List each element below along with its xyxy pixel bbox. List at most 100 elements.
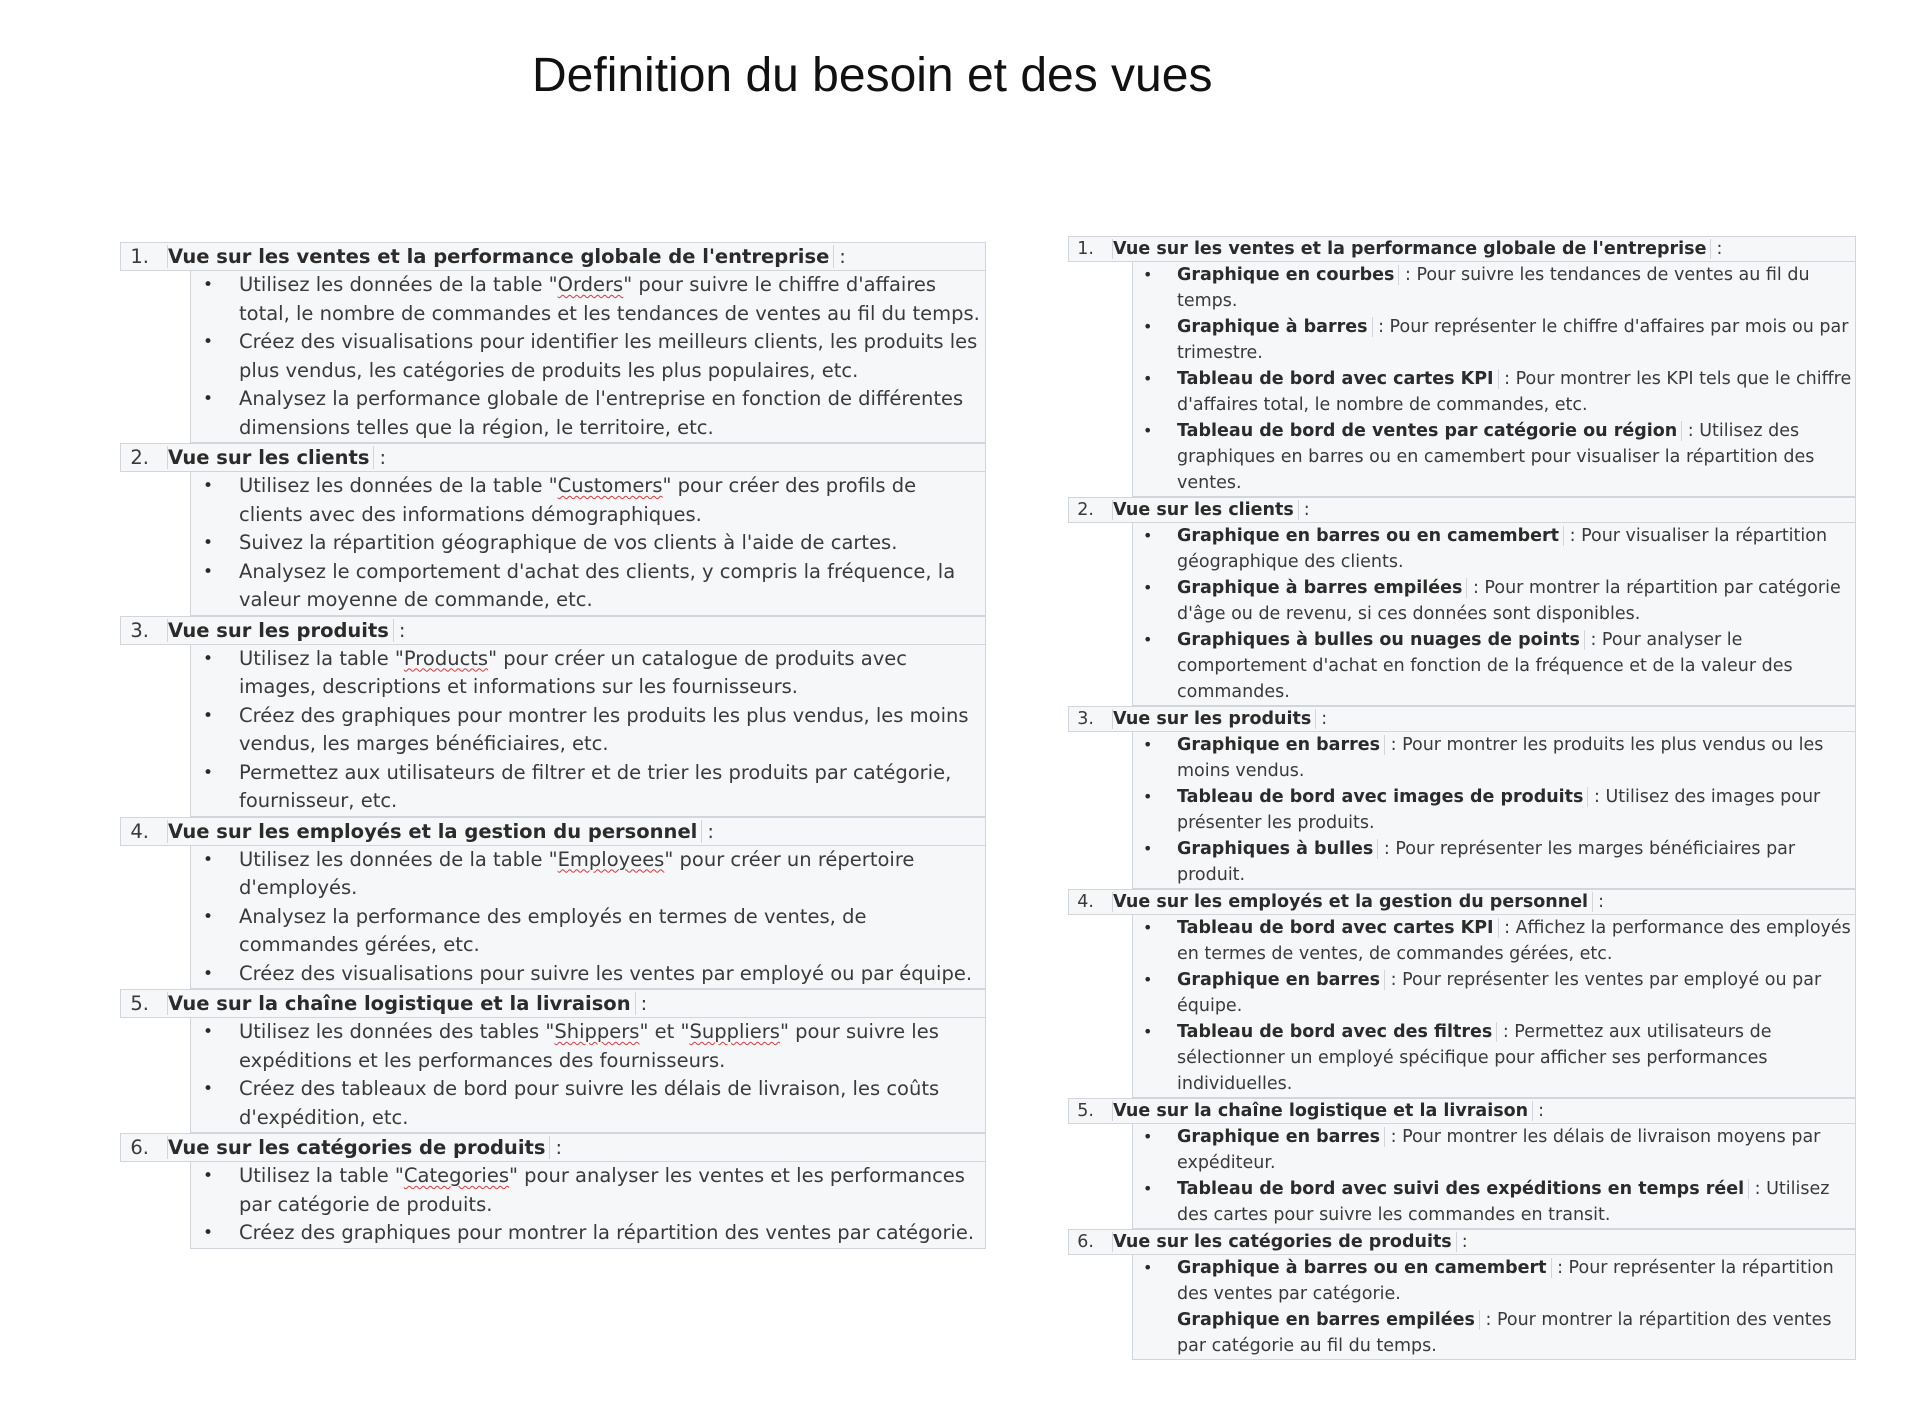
- section-heading: 5. Vue sur la chaîne logistique et la liv…: [120, 989, 986, 1018]
- section-number: 2.: [1077, 500, 1094, 520]
- section-title: Vue sur les ventes et la performance glo…: [168, 245, 830, 268]
- page-title: Definition du besoin et des vues: [532, 49, 1213, 102]
- list-item: Créez des visualisations pour identifier…: [191, 328, 985, 385]
- section-number: 5.: [130, 992, 149, 1015]
- list-item: Tableau de bord avec des filtres : Perme…: [1133, 1019, 1855, 1097]
- bullet-list: Utilisez les données de la table "Orders…: [190, 271, 986, 443]
- bullet-list: Tableau de bord avec cartes KPI : Affich…: [1132, 915, 1856, 1098]
- right-views-list: 1. Vue sur les ventes et la performance g…: [1068, 236, 1856, 1360]
- list-item: Graphique à barres empilées : Pour montr…: [1133, 575, 1855, 627]
- item-title: Tableau de bord de ventes par catégorie …: [1177, 421, 1683, 441]
- bullet-list: Utilisez les données de la table "Custom…: [190, 472, 986, 616]
- table-name: Suppliers: [689, 1020, 780, 1043]
- section-title-box: Vue sur les catégories de produits: [1112, 1232, 1457, 1252]
- bullet-list: Utilisez la table "Products" pour créer …: [190, 644, 986, 817]
- section-title-box: Vue sur la chaîne logistique et la livra…: [1112, 1101, 1534, 1121]
- bullet-list: Utilisez les données des tables "Shipper…: [190, 1018, 986, 1133]
- section-title-box: Vue sur les ventes et la performance glo…: [167, 245, 835, 268]
- table-name: Orders: [557, 273, 624, 296]
- item-title: Graphique en barres: [1177, 735, 1386, 755]
- section-colon: :: [555, 1136, 563, 1159]
- list-item: Tableau de bord avec suivi des expéditio…: [1133, 1176, 1855, 1228]
- section-colon: :: [1716, 239, 1723, 259]
- section-title-box: Vue sur les ventes et la performance glo…: [1112, 239, 1712, 259]
- item-title: Graphique à barres empilées: [1177, 578, 1468, 598]
- section-number: 6.: [130, 1136, 149, 1159]
- section-number: 5.: [1077, 1101, 1094, 1121]
- list-item: Créez des visualisations pour suivre les…: [191, 960, 985, 989]
- list-item: Tableau de bord de ventes par catégorie …: [1133, 418, 1855, 496]
- section-heading: 2. Vue sur les clients:: [1068, 497, 1856, 523]
- section-heading: 3. Vue sur les produits:: [120, 615, 986, 645]
- table-name: Employees: [557, 847, 665, 871]
- section-heading: 2. Vue sur les clients:: [120, 443, 986, 472]
- list-item: Graphique en barres ou en camembert : Po…: [1133, 523, 1855, 575]
- table-name: Categories: [403, 1164, 509, 1187]
- item-title: Graphique en barres ou en camembert: [1177, 526, 1565, 546]
- list-item: Créez des graphiques pour montrer les pr…: [191, 702, 985, 759]
- section-heading: 4. Vue sur les employés et la gestion du …: [120, 816, 986, 846]
- section-heading: 5. Vue sur la chaîne logistique et la liv…: [1068, 1098, 1856, 1124]
- list-item: Tableau de bord avec cartes KPI : Pour m…: [1133, 366, 1855, 418]
- item-title: Tableau de bord avec suivi des expéditio…: [1177, 1179, 1750, 1199]
- section-title-box: Vue sur les catégories de produits: [167, 1136, 551, 1159]
- item-title: Graphiques à bulles: [1177, 839, 1379, 859]
- item-title: Tableau de bord avec cartes KPI: [1177, 918, 1499, 938]
- list-item: Créez des graphiques pour montrer la rép…: [191, 1219, 985, 1248]
- bullet-list: Graphique en barres : Pour montrer les p…: [1132, 732, 1856, 889]
- item-title: Graphique en courbes: [1177, 265, 1400, 285]
- left-needs-list: 1. Vue sur les ventes et la performance g…: [120, 242, 986, 1249]
- section-title-box: Vue sur les employés et la gestion du pe…: [1112, 892, 1594, 912]
- section-title-box: Vue sur les produits: [167, 618, 394, 642]
- section-title: Vue sur les employés et la gestion du pe…: [1113, 892, 1589, 912]
- section-colon: :: [1321, 709, 1328, 729]
- section-title: Vue sur les catégories de produits: [168, 1136, 546, 1159]
- list-item: Graphique à barres : Pour représenter le…: [1133, 314, 1855, 366]
- section-title: Vue sur les catégories de produits: [1113, 1232, 1452, 1252]
- section-colon: :: [1598, 892, 1604, 912]
- bullet-list: Graphique à barres ou en camembert : Pou…: [1132, 1255, 1856, 1360]
- section-heading: 6. Vue sur les catégories de produits:: [1068, 1229, 1856, 1255]
- section-heading: 4. Vue sur les employés et la gestion du …: [1068, 889, 1856, 915]
- bullet-list: Graphique en barres : Pour montrer les d…: [1132, 1124, 1856, 1229]
- item-title: Tableau de bord avec des filtres: [1177, 1022, 1498, 1042]
- section-number: 3.: [130, 618, 149, 642]
- section-heading: 3. Vue sur les produits:: [1068, 706, 1856, 732]
- section-colon: :: [707, 819, 714, 843]
- list-item: Utilisez les données des tables "Shipper…: [191, 1018, 985, 1075]
- section-number: 4.: [130, 819, 149, 843]
- list-item: Graphique en barres : Pour représenter l…: [1133, 967, 1855, 1019]
- section-number: 2.: [130, 446, 149, 469]
- section-title: Vue sur les produits: [168, 618, 389, 642]
- list-item: Suivez la répartition géographique de vo…: [191, 529, 985, 558]
- section-number: 6.: [1077, 1232, 1094, 1252]
- section-title: Vue sur la chaîne logistique et la livra…: [1113, 1101, 1529, 1121]
- table-name: Products: [403, 646, 489, 670]
- item-title: Graphique à barres: [1177, 317, 1373, 337]
- item-title: Tableau de bord avec cartes KPI: [1177, 369, 1499, 389]
- list-item: Analysez la performance des employés en …: [191, 903, 985, 960]
- list-item: Analysez le comportement d'achat des cli…: [191, 558, 985, 615]
- section-colon: :: [379, 446, 387, 469]
- section-colon: :: [1538, 1101, 1545, 1121]
- section-heading: 1. Vue sur les ventes et la performance g…: [1068, 236, 1856, 262]
- section-number: 1.: [1077, 239, 1094, 259]
- list-item: Graphiques à bulles ou nuages de points …: [1133, 627, 1855, 705]
- item-title: Graphique en barres empilées: [1177, 1310, 1480, 1330]
- list-item: Tableau de bord avec images de produits …: [1133, 784, 1855, 836]
- list-item: Utilisez la table "Categories" pour anal…: [191, 1162, 985, 1219]
- list-item: Utilisez la table "Products" pour créer …: [191, 645, 985, 702]
- list-item: Analysez la performance globale de l'ent…: [191, 385, 985, 442]
- list-item: Graphique en barres : Pour montrer les d…: [1133, 1124, 1855, 1176]
- bullet-list: Utilisez les données de la table "Employ…: [190, 845, 986, 989]
- section-title-box: Vue sur les produits: [1112, 709, 1317, 729]
- section-title-box: Vue sur la chaîne logistique et la livra…: [167, 992, 636, 1015]
- section-number: 4.: [1077, 892, 1094, 912]
- section-colon: :: [398, 618, 406, 642]
- list-item: Créez des tableaux de bord pour suivre l…: [191, 1075, 985, 1132]
- section-title: Vue sur les ventes et la performance glo…: [1113, 239, 1707, 259]
- list-item: Utilisez les données de la table "Employ…: [191, 846, 985, 903]
- item-title: Tableau de bord avec images de produits: [1177, 787, 1589, 807]
- bullet-list: Utilisez la table "Categories" pour anal…: [190, 1162, 986, 1249]
- bullet-list: Graphique en courbes : Pour suivre les t…: [1132, 262, 1856, 497]
